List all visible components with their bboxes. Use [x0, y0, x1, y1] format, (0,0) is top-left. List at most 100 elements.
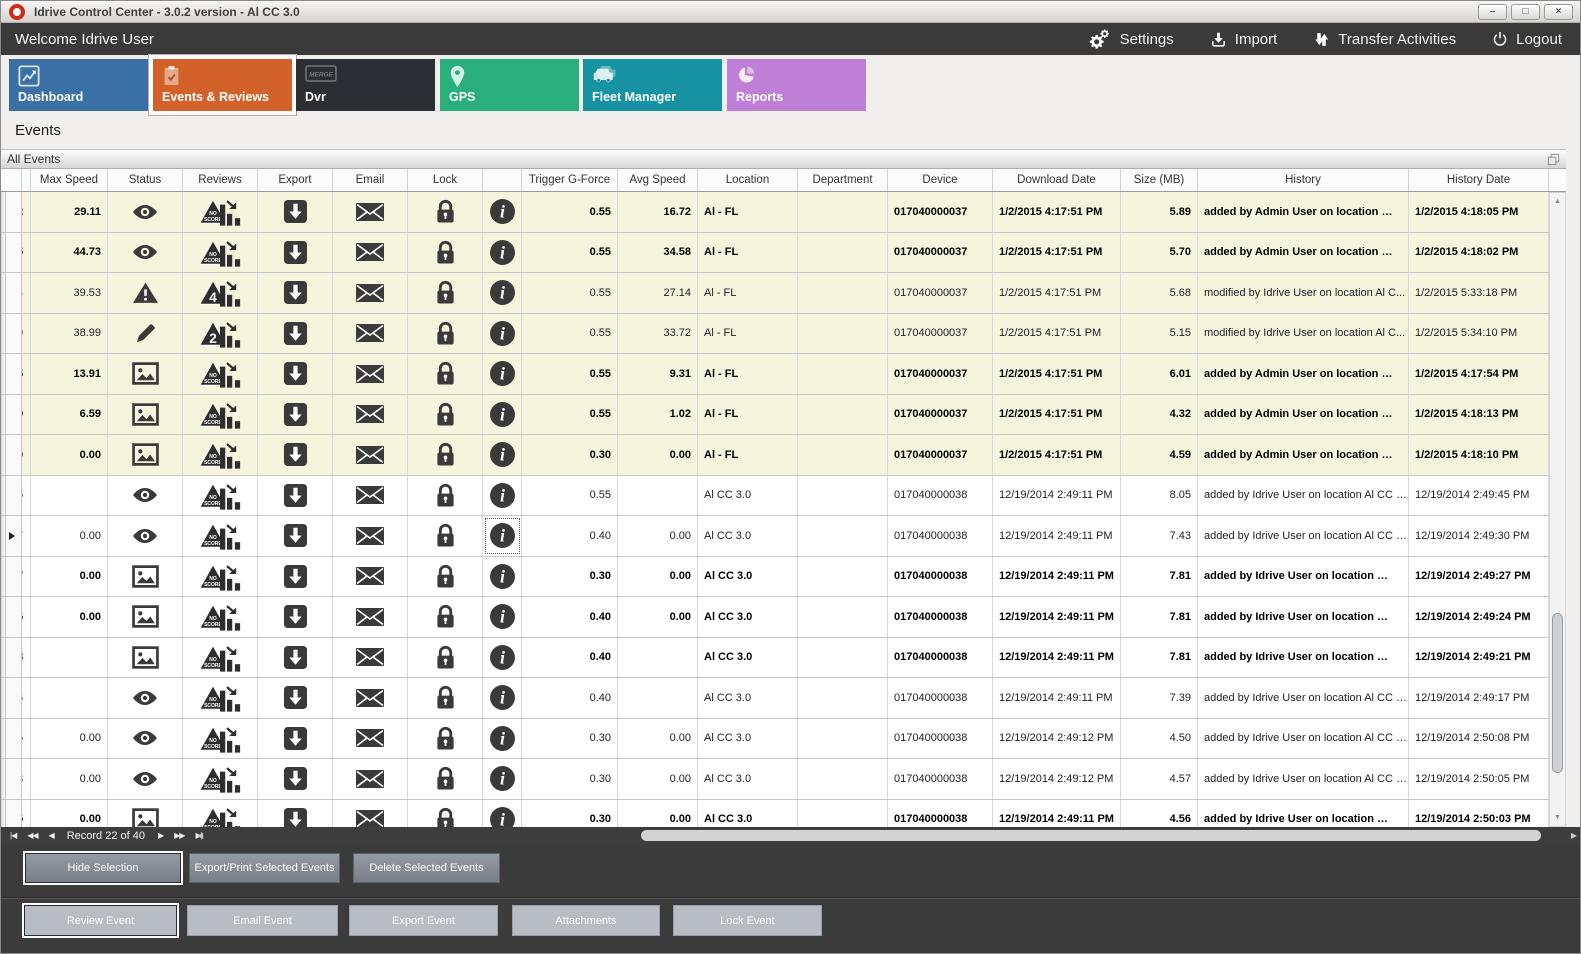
tab-events-reviews[interactable]: Events & Reviews	[153, 59, 292, 111]
column-header-history_date[interactable]: History Date	[1409, 169, 1549, 191]
email-icon[interactable]	[355, 728, 385, 748]
review-score-icon[interactable]: NOSCORE	[199, 238, 241, 267]
review-score-icon[interactable]: NOSCORE	[199, 643, 241, 672]
review-score-icon[interactable]: NOSCORE	[199, 683, 241, 712]
column-header-export[interactable]: Export	[258, 169, 333, 191]
column-header-device[interactable]: Device	[888, 169, 993, 191]
table-row[interactable]: 80.00NOSCOREi0.300.00Al CC 3.00170400000…	[1, 759, 1549, 800]
tab-dashboard[interactable]: Dashboard	[9, 59, 148, 111]
email-icon[interactable]	[355, 323, 385, 343]
email-icon[interactable]	[355, 607, 385, 627]
review-score-icon[interactable]: NOSCORE	[199, 562, 241, 591]
export-icon[interactable]	[283, 564, 308, 589]
export-icon[interactable]	[283, 523, 308, 548]
email-icon[interactable]	[355, 283, 385, 303]
nav-next-icon-1[interactable]: ▶▶	[174, 831, 184, 840]
export-icon[interactable]	[283, 199, 308, 224]
email-icon[interactable]	[355, 769, 385, 789]
review-score-icon[interactable]: NOSCORE	[199, 764, 241, 793]
info-icon[interactable]: i	[489, 644, 516, 671]
column-header-location[interactable]: Location	[698, 169, 798, 191]
info-icon[interactable]: i	[489, 401, 516, 428]
email-icon[interactable]	[355, 688, 385, 708]
export-event-button[interactable]: Export Event	[349, 905, 498, 936]
lock-icon[interactable]	[435, 726, 456, 751]
column-header-ind[interactable]	[1, 169, 22, 191]
review-score-icon[interactable]: NOSCORE	[199, 521, 241, 550]
email-icon[interactable]	[355, 242, 385, 262]
email-icon[interactable]	[355, 566, 385, 586]
table-row[interactable]: 70.00NOSCOREi0.400.00Al CC 3.00170400000…	[1, 516, 1549, 557]
info-icon[interactable]: i	[489, 522, 516, 549]
hide-selection-button[interactable]: Hide Selection	[25, 853, 181, 883]
info-icon[interactable]: i	[489, 563, 516, 590]
info-icon[interactable]: i	[489, 482, 516, 509]
export-icon[interactable]	[283, 402, 308, 427]
table-row[interactable]: 50.00NOSCOREi0.300.00Al CC 3.00170400000…	[1, 719, 1549, 760]
export-print-selected-events-button[interactable]: Export/Print Selected Events	[189, 853, 340, 883]
lock-icon[interactable]	[435, 240, 456, 265]
logout-button[interactable]: Logout	[1492, 31, 1562, 48]
scroll-left-icon[interactable]: ◀	[197, 829, 203, 842]
info-icon[interactable]: i	[489, 239, 516, 266]
info-icon[interactable]: i	[489, 806, 516, 827]
lock-event-button[interactable]: Lock Event	[673, 905, 822, 936]
nav-next-icon-0[interactable]: ▶	[158, 831, 163, 840]
lock-icon[interactable]	[435, 604, 456, 629]
review-score-icon[interactable]: 4	[199, 278, 241, 307]
table-row[interactable]: 70.00NOSCOREi0.300.00Al CC 3.00170400000…	[1, 557, 1549, 598]
lock-icon[interactable]	[435, 685, 456, 710]
lock-icon[interactable]	[435, 523, 456, 548]
export-icon[interactable]	[283, 645, 308, 670]
column-header-status[interactable]: Status	[108, 169, 183, 191]
email-icon[interactable]	[355, 647, 385, 667]
scroll-down-icon[interactable]: ▼	[1550, 810, 1565, 825]
column-header-department[interactable]: Department	[798, 169, 888, 191]
import-button[interactable]: Import	[1210, 31, 1278, 48]
lock-icon[interactable]	[435, 564, 456, 589]
review-event-button[interactable]: Review Event	[24, 905, 177, 936]
lock-icon[interactable]	[435, 402, 456, 427]
nav-prev-icon-2[interactable]: ◀	[49, 831, 54, 840]
email-icon[interactable]	[355, 809, 385, 827]
lock-icon[interactable]	[435, 199, 456, 224]
column-header-lock[interactable]: Lock	[408, 169, 483, 191]
review-score-icon[interactable]: NOSCORE	[199, 602, 241, 631]
tab-dvr[interactable]: MERGEDvr	[296, 59, 435, 111]
lock-icon[interactable]	[435, 766, 456, 791]
export-icon[interactable]	[283, 280, 308, 305]
review-score-icon[interactable]: NOSCORE	[199, 197, 241, 226]
info-icon[interactable]: i	[489, 279, 516, 306]
lock-icon[interactable]	[435, 442, 456, 467]
table-row[interactable]: 513.91NOSCOREi0.559.31Al - FL01704000003…	[1, 354, 1549, 395]
export-icon[interactable]	[283, 604, 308, 629]
review-score-icon[interactable]: NOSCORE	[199, 481, 241, 510]
tab-reports[interactable]: Reports	[727, 59, 866, 111]
table-row[interactable]: 229.11NOSCOREi0.5516.72Al - FL0170400000…	[1, 192, 1549, 233]
export-icon[interactable]	[283, 726, 308, 751]
column-header-history[interactable]: History	[1198, 169, 1409, 191]
export-icon[interactable]	[283, 321, 308, 346]
maximize-button[interactable]: □	[1511, 4, 1540, 20]
info-icon[interactable]: i	[489, 765, 516, 792]
delete-selected-events-button[interactable]: Delete Selected Events	[353, 853, 500, 883]
review-score-icon[interactable]: NOSCORE	[199, 400, 241, 429]
settings-button[interactable]: Settings	[1086, 29, 1174, 50]
table-row[interactable]: 6NOSCOREi0.40Al CC 3.001704000003812/19/…	[1, 678, 1549, 719]
lock-icon[interactable]	[435, 645, 456, 670]
column-header-size_mb[interactable]: Size (MB)	[1121, 169, 1198, 191]
email-icon[interactable]	[355, 404, 385, 424]
review-score-icon[interactable]: NOSCORE	[199, 440, 241, 469]
lock-icon[interactable]	[435, 361, 456, 386]
export-icon[interactable]	[283, 807, 308, 827]
column-header-avg_speed[interactable]: Avg Speed	[618, 169, 698, 191]
export-icon[interactable]	[283, 483, 308, 508]
table-row[interactable]: 00.00NOSCOREi0.300.00Al - FL017040000037…	[1, 435, 1549, 476]
review-score-icon[interactable]: NOSCORE	[199, 359, 241, 388]
nav-prev-icon-1[interactable]: ◀◀	[27, 831, 37, 840]
email-event-button[interactable]: Email Event	[187, 905, 338, 936]
table-row[interactable]: 439.534i0.5527.14Al - FL0170400000371/2/…	[1, 273, 1549, 314]
vertical-scrollbar-thumb[interactable]	[1552, 613, 1563, 773]
transfer-activities-button[interactable]: Transfer Activities	[1313, 31, 1456, 48]
info-icon[interactable]: i	[489, 725, 516, 752]
